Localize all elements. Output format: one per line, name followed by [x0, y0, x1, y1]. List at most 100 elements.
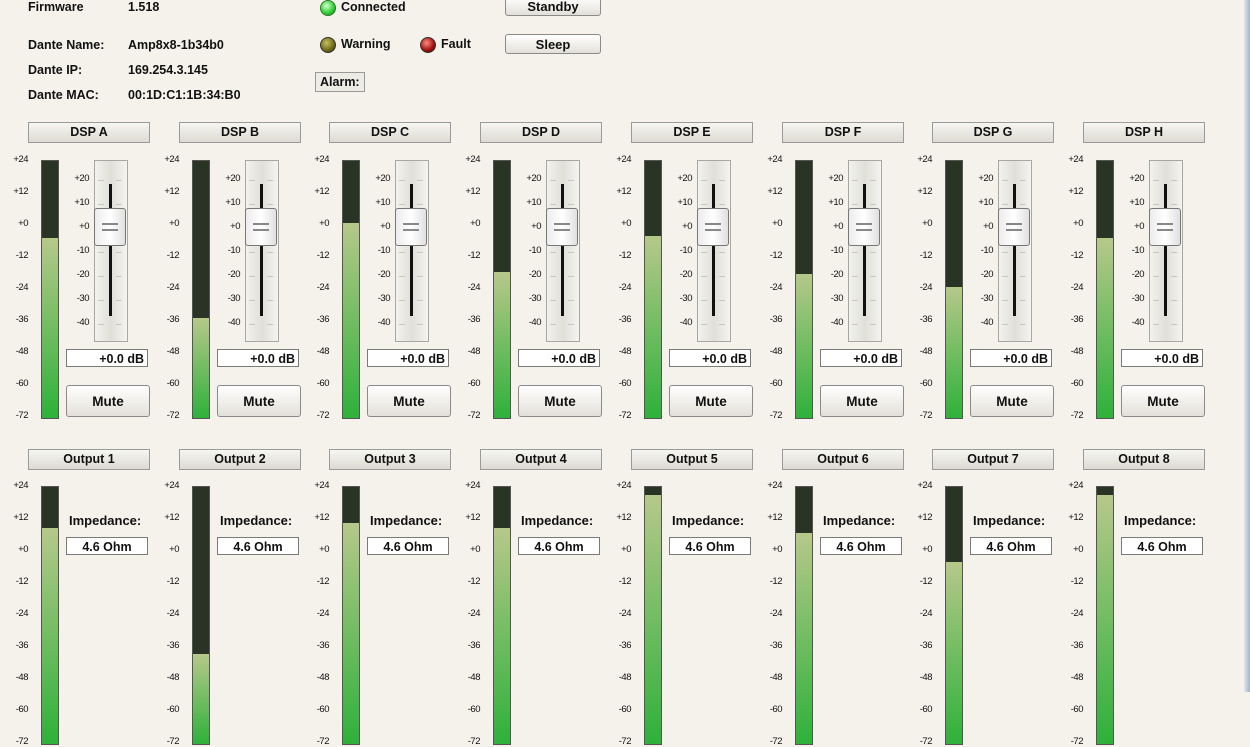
- meter-scale-label: -12: [769, 250, 783, 261]
- gain-value-field[interactable]: +0.0 dB: [669, 349, 751, 367]
- grip-line: [554, 229, 570, 231]
- fader-handle[interactable]: [1149, 208, 1181, 246]
- fader-handle[interactable]: [546, 208, 578, 246]
- meter-scale-label: -48: [15, 346, 29, 357]
- meter-level-fill: [42, 528, 58, 744]
- fader-scale-label: -30: [227, 293, 241, 304]
- fader-handle[interactable]: [848, 208, 880, 246]
- gain-value-field[interactable]: +0.0 dB: [518, 349, 600, 367]
- fader-scale-label: +0: [380, 221, 390, 232]
- fader-tick: [98, 300, 104, 301]
- impedance-value: 4.6 Ohm: [669, 537, 751, 555]
- mute-button[interactable]: Mute: [669, 385, 753, 417]
- fader-tick: [719, 276, 725, 277]
- fader-scale-label: -20: [980, 269, 994, 280]
- fader-tick: [701, 204, 707, 205]
- dsp-level-meter: [342, 160, 360, 419]
- meter-scale-label: +0: [922, 218, 932, 229]
- mute-button[interactable]: Mute: [820, 385, 904, 417]
- meter-scale-label: -36: [15, 314, 29, 325]
- meter-scale-label: -12: [919, 576, 933, 587]
- gain-value-field[interactable]: +0.0 dB: [66, 349, 148, 367]
- mute-button[interactable]: Mute: [217, 385, 301, 417]
- fader-tick: [98, 324, 104, 325]
- fader-tick: [1020, 324, 1026, 325]
- impedance-label: Impedance:: [672, 513, 745, 528]
- mute-button[interactable]: Mute: [970, 385, 1054, 417]
- meter-scale-label: -60: [316, 378, 330, 389]
- dsp-header: DSP C: [329, 122, 451, 143]
- fader-scale-label: +20: [225, 173, 240, 184]
- warning-led-icon: [320, 37, 336, 53]
- fader-slot: [410, 184, 413, 316]
- meter-scale-label: -12: [316, 250, 330, 261]
- gain-value-field[interactable]: +0.0 dB: [367, 349, 449, 367]
- standby-button[interactable]: Standby: [505, 0, 601, 16]
- fader-slot: [1164, 184, 1167, 316]
- fader-scale-label: -20: [227, 269, 241, 280]
- fader-scale-label: -40: [528, 317, 542, 328]
- fader-handle[interactable]: [395, 208, 427, 246]
- dsp-header: DSP B: [179, 122, 301, 143]
- fader-tick: [249, 252, 255, 253]
- fader-tick: [399, 276, 405, 277]
- meter-scale-label: -36: [618, 640, 632, 651]
- fader-tick: [719, 252, 725, 253]
- fader-scale-label: -20: [76, 269, 90, 280]
- meter-scale-label: +0: [621, 544, 631, 555]
- meter-level-fill: [946, 561, 962, 744]
- meter-scale-label: -24: [15, 608, 29, 619]
- fader-tick: [417, 300, 423, 301]
- fader-handle[interactable]: [94, 208, 126, 246]
- gain-value-field[interactable]: +0.0 dB: [820, 349, 902, 367]
- meter-level-fill: [946, 286, 962, 418]
- fault-led-icon: [420, 37, 436, 53]
- fader-handle[interactable]: [245, 208, 277, 246]
- fader-tick: [870, 204, 876, 205]
- impedance-value: 4.6 Ohm: [367, 537, 449, 555]
- impedance-label: Impedance:: [69, 513, 142, 528]
- meter-scale-label: +0: [470, 218, 480, 229]
- sleep-button[interactable]: Sleep: [505, 34, 601, 54]
- gain-value-field[interactable]: +0.0 dB: [970, 349, 1052, 367]
- fader-tick: [1153, 324, 1159, 325]
- meter-scale-label: -36: [316, 314, 330, 325]
- meter-scale-label: -24: [467, 282, 481, 293]
- mute-button[interactable]: Mute: [1121, 385, 1205, 417]
- gain-value-field[interactable]: +0.0 dB: [217, 349, 299, 367]
- fader-tick: [852, 180, 858, 181]
- fader-tick: [267, 300, 273, 301]
- fader-tick: [249, 276, 255, 277]
- fader-tick: [852, 276, 858, 277]
- fader-scale-label: +0: [833, 221, 843, 232]
- fader-handle[interactable]: [998, 208, 1030, 246]
- meter-scale-label: -12: [15, 576, 29, 587]
- impedance-value: 4.6 Ohm: [217, 537, 299, 555]
- fader-scale-label: -40: [679, 317, 693, 328]
- meter-scale-label: -24: [316, 282, 330, 293]
- meter-scale-label: +24: [767, 480, 782, 491]
- meter-scale-label: -72: [769, 410, 783, 421]
- meter-scale-label: +12: [13, 512, 28, 523]
- fader-scale-label: +0: [79, 221, 89, 232]
- meter-scale-label: -72: [919, 410, 933, 421]
- meter-scale-label: -36: [467, 314, 481, 325]
- gain-value-field[interactable]: +0.0 dB: [1121, 349, 1203, 367]
- meter-scale-label: -72: [166, 410, 180, 421]
- fader-scale-label: -30: [830, 293, 844, 304]
- meter-scale-label: -72: [618, 410, 632, 421]
- fader-handle[interactable]: [697, 208, 729, 246]
- fader-tick: [568, 324, 574, 325]
- fader-scale-label: -40: [377, 317, 391, 328]
- fader-tick: [249, 180, 255, 181]
- fader-scale-label: -40: [830, 317, 844, 328]
- grip-line: [554, 223, 570, 225]
- meter-scale-label: -60: [166, 704, 180, 715]
- mute-button[interactable]: Mute: [518, 385, 602, 417]
- fader-tick: [870, 252, 876, 253]
- fader-tick: [417, 324, 423, 325]
- fader-tick: [417, 276, 423, 277]
- meter-scale-label: +24: [314, 154, 329, 165]
- mute-button[interactable]: Mute: [66, 385, 150, 417]
- mute-button[interactable]: Mute: [367, 385, 451, 417]
